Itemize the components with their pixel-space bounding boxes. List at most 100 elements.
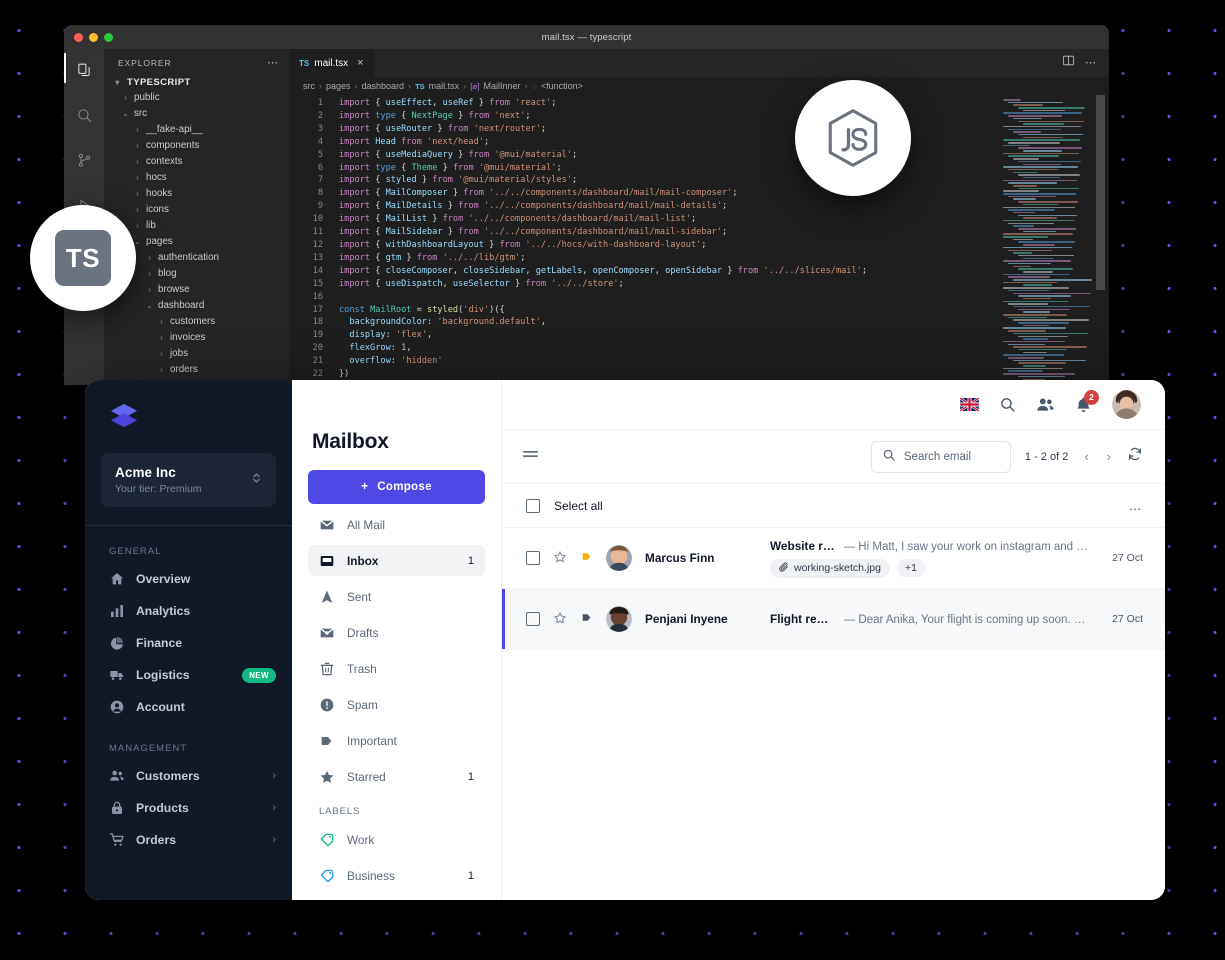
previous-page-button[interactable]: ‹ <box>1082 449 1090 464</box>
editor-more-icon[interactable]: ⋯ <box>1085 58 1097 69</box>
label-item-business[interactable]: Business 1 <box>308 860 485 891</box>
minimap-line <box>1023 297 1051 300</box>
star-icon[interactable] <box>553 550 567 567</box>
file-tree-item[interactable]: ⌄ dashboard <box>104 297 289 313</box>
sidebar-item-orders[interactable]: Orders › <box>85 824 292 856</box>
file-tree-item[interactable]: › contexts <box>104 153 289 169</box>
hamburger-icon[interactable] <box>522 447 539 466</box>
extra-attachments-chip[interactable]: +1 <box>896 559 925 577</box>
editor-actions[interactable]: ⋯ <box>1062 49 1109 77</box>
file-tree-item[interactable]: › __fake-api__ <box>104 121 289 137</box>
files-icon[interactable] <box>64 53 104 83</box>
sidebar-item-logistics[interactable]: Logistics NEW <box>85 659 292 691</box>
sidebar-item-products[interactable]: Products › <box>85 792 292 824</box>
sidebar-item-account[interactable]: Account <box>85 691 292 723</box>
breadcrumb-item-pages[interactable]: pages <box>326 81 351 91</box>
file-tree-item[interactable]: › lib <box>104 217 289 233</box>
sidebar-item-finance[interactable]: Finance <box>85 627 292 659</box>
mail-row[interactable]: Penjani Inyene Flight remin... — Dear Anik… <box>502 589 1165 650</box>
minimap-scrollbar[interactable] <box>1096 95 1105 290</box>
file-tree-item[interactable]: › browse <box>104 281 289 297</box>
close-icon[interactable]: × <box>357 57 363 69</box>
breadcrumb-item-function[interactable]: <function> <box>541 81 583 91</box>
mail-row[interactable]: Marcus Finn Website red... — Hi Matt, I sa… <box>502 528 1165 589</box>
search-icon[interactable] <box>64 102 104 128</box>
breadcrumb[interactable]: src › pages › dashboard › TS mail.tsx › … <box>289 77 1109 95</box>
editor-minimap[interactable] <box>999 95 1109 385</box>
label-list[interactable]: Work Business 1 <box>308 824 485 891</box>
file-tree-item[interactable]: › icons <box>104 201 289 217</box>
file-tree-label: hooks <box>146 187 173 199</box>
minimap-line <box>1018 322 1069 324</box>
file-tree-item[interactable]: › components <box>104 137 289 153</box>
file-tree-item[interactable]: › orders <box>104 361 289 377</box>
file-tree-item[interactable]: › hooks <box>104 185 289 201</box>
search-icon[interactable] <box>999 396 1016 413</box>
user-avatar[interactable] <box>1112 390 1141 419</box>
breadcrumb-item-symbol[interactable]: MailInner <box>483 81 520 91</box>
star-icon[interactable] <box>553 611 567 628</box>
contacts-icon[interactable] <box>1036 396 1055 413</box>
select-all-checkbox[interactable] <box>526 498 540 513</box>
compose-button[interactable]: + Compose <box>308 470 485 504</box>
line-number: 3 <box>317 123 323 134</box>
file-tree-item[interactable]: › customers <box>104 313 289 329</box>
sidebar-item-analytics[interactable]: Analytics <box>85 595 292 627</box>
folder-label: Inbox <box>347 553 379 568</box>
uk-flag-icon[interactable] <box>960 398 979 411</box>
folder-list[interactable]: All Mail Inbox 1 Sent Drafts Trash Spam Importa… <box>308 509 485 792</box>
important-flag-icon[interactable] <box>580 550 593 566</box>
chevron-up-down-icon[interactable] <box>251 471 262 490</box>
important-flag-icon[interactable] <box>580 611 593 627</box>
folder-item-spam[interactable]: Spam <box>308 689 485 720</box>
folder-item-drafts[interactable]: Drafts <box>308 617 485 648</box>
mail-rows[interactable]: Marcus Finn Website red... — Hi Matt, I sa… <box>502 528 1165 650</box>
file-tree-item[interactable]: ⌄ src <box>104 105 289 121</box>
breadcrumb-item-dashboard[interactable]: dashboard <box>362 81 405 91</box>
split-editor-icon[interactable] <box>1062 54 1075 72</box>
chevron-right-icon[interactable]: › <box>272 834 276 846</box>
chevron-right-icon: › <box>148 268 151 278</box>
file-tree-item[interactable]: › hocs <box>104 169 289 185</box>
label-item-work[interactable]: Work <box>308 824 485 855</box>
chevron-down-icon: ▾ <box>115 78 120 88</box>
next-page-button[interactable]: › <box>1105 449 1113 464</box>
breadcrumb-item-src[interactable]: src <box>303 81 315 91</box>
sidebar-item-label: Finance <box>136 636 183 650</box>
explorer-more-icon[interactable]: ⋯ <box>267 57 279 68</box>
mail-checkbox[interactable] <box>526 551 540 565</box>
folder-item-sent[interactable]: Sent <box>308 581 485 612</box>
label-tag-icon <box>319 832 335 848</box>
folder-item-starred[interactable]: Starred 1 <box>308 761 485 792</box>
search-email-input[interactable]: Search email <box>870 440 1011 473</box>
line-number: 16 <box>312 291 323 302</box>
organization-switcher[interactable]: Acme Inc Your tier: Premium <box>101 453 276 507</box>
refresh-icon[interactable] <box>1127 446 1143 467</box>
folder-item-all-mail[interactable]: All Mail <box>308 509 485 540</box>
minimap-line <box>1023 176 1060 179</box>
chevron-right-icon: › <box>148 252 151 262</box>
chevron-right-icon: › <box>160 364 163 374</box>
brand-logo[interactable] <box>85 380 292 447</box>
folder-item-important[interactable]: Important <box>308 725 485 756</box>
notifications-bell-icon[interactable]: 2 <box>1075 389 1099 414</box>
attachment-chip[interactable]: working-sketch.jpg <box>770 558 890 578</box>
explorer-root-folder[interactable]: ▾ TYPESCRIPT <box>104 76 289 89</box>
chevron-right-icon[interactable]: › <box>272 770 276 782</box>
line-number: 13 <box>312 252 323 263</box>
minimap-line <box>1018 133 1083 136</box>
file-tree-item[interactable]: › jobs <box>104 345 289 361</box>
breadcrumb-item-file[interactable]: mail.tsx <box>429 81 460 91</box>
sidebar-item-customers[interactable]: Customers › <box>85 760 292 792</box>
file-tree-item[interactable]: › public <box>104 89 289 105</box>
folder-item-trash[interactable]: Trash <box>308 653 485 684</box>
folder-item-inbox[interactable]: Inbox 1 <box>308 545 485 576</box>
mail-checkbox[interactable] <box>526 612 540 626</box>
sidebar-item-overview[interactable]: Overview <box>85 563 292 595</box>
source-control-icon[interactable] <box>64 147 104 173</box>
editor-tab-mail-tsx[interactable]: TS mail.tsx × <box>289 49 374 77</box>
bulk-actions-more-icon[interactable]: … <box>1129 499 1144 512</box>
chevron-right-icon[interactable]: › <box>272 802 276 814</box>
code-line: 19 display: 'flex', <box>289 329 999 342</box>
file-tree-item[interactable]: › invoices <box>104 329 289 345</box>
